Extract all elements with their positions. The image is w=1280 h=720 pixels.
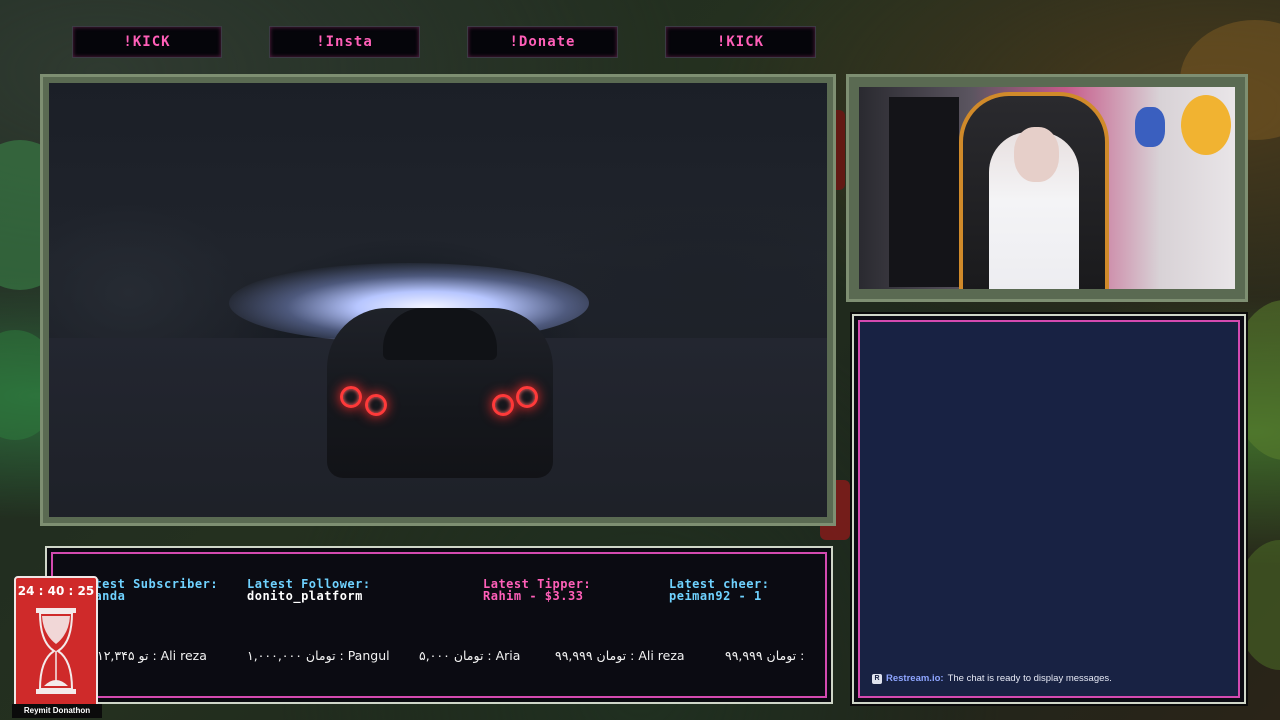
ticker-item: ۱,۰۰۰,۰۰۰ تومان : Pangul <box>247 648 390 663</box>
command-insta-button[interactable]: !Insta <box>269 26 420 58</box>
chat-message: R Restream.io: The chat is ready to disp… <box>872 673 1228 684</box>
car-tail-light <box>516 386 538 408</box>
car-tail-light <box>340 386 362 408</box>
latest-cheer: Latest cheer: peiman92 - 1 <box>669 578 769 602</box>
command-kick-button-2[interactable]: !KICK <box>665 26 816 58</box>
game-car <box>327 308 553 478</box>
webcam-plush-toy <box>1135 107 1165 147</box>
command-donate-button[interactable]: !Donate <box>467 26 618 58</box>
chat-username: Restream.io: <box>886 673 944 684</box>
donation-ticker: ۱۲,۳۴۵ تو : Ali reza ۱,۰۰۰,۰۰۰ تومان : P… <box>53 648 825 664</box>
game-capture-view <box>49 83 827 517</box>
car-tail-light <box>365 394 387 416</box>
alerts-panel: Latest Subscriber: Amanda Latest Followe… <box>45 546 833 704</box>
ticker-item: ۹۹,۹۹۹ تومان : <box>725 648 805 663</box>
webcam-frame <box>846 74 1248 302</box>
alerts-box: Latest Subscriber: Amanda Latest Followe… <box>51 552 827 698</box>
ticker-item: ۵,۰۰۰ تومان : Aria <box>419 648 521 663</box>
ticker-item: ۹۹,۹۹۹ تومان : Ali reza <box>555 648 685 663</box>
webcam-streamer-face <box>1014 127 1059 182</box>
timer-label: Reymit Donathon <box>12 704 102 718</box>
ticker-item: ۱۲,۳۴۵ تو : Ali reza <box>97 648 207 663</box>
chat-message-text: The chat is ready to display messages. <box>947 673 1112 684</box>
hourglass-icon <box>36 608 76 694</box>
chat-box[interactable]: R Restream.io: The chat is ready to disp… <box>858 320 1240 698</box>
game-trees-left <box>49 203 249 353</box>
latest-tipper-value: Rahim - $3.33 <box>483 589 584 603</box>
latest-cheer-value: peiman92 - 1 <box>669 589 762 603</box>
timer-countdown: 24 : 40 : 25 <box>17 584 95 598</box>
latest-tipper: Latest Tipper: Rahim - $3.33 <box>483 578 591 602</box>
latest-subscriber-value: Amanda <box>79 589 126 603</box>
command-kick-button[interactable]: !KICK <box>72 26 222 58</box>
game-capture-frame <box>40 74 836 526</box>
latest-subscriber: Latest Subscriber: Amanda <box>79 578 218 602</box>
car-tail-light <box>492 394 514 416</box>
game-car-roof <box>383 308 497 360</box>
chat-panel: R Restream.io: The chat is ready to disp… <box>852 314 1246 704</box>
webcam-curtain <box>889 97 959 287</box>
restream-icon: R <box>872 673 882 684</box>
webcam-plush-toy <box>1181 95 1231 155</box>
donathon-timer: 24 : 40 : 25 Reymit Donathon <box>12 576 102 718</box>
latest-follower: Latest Follower: donito_platform <box>247 578 371 602</box>
latest-follower-value: donito_platform <box>247 589 363 603</box>
webcam-view <box>859 87 1235 289</box>
